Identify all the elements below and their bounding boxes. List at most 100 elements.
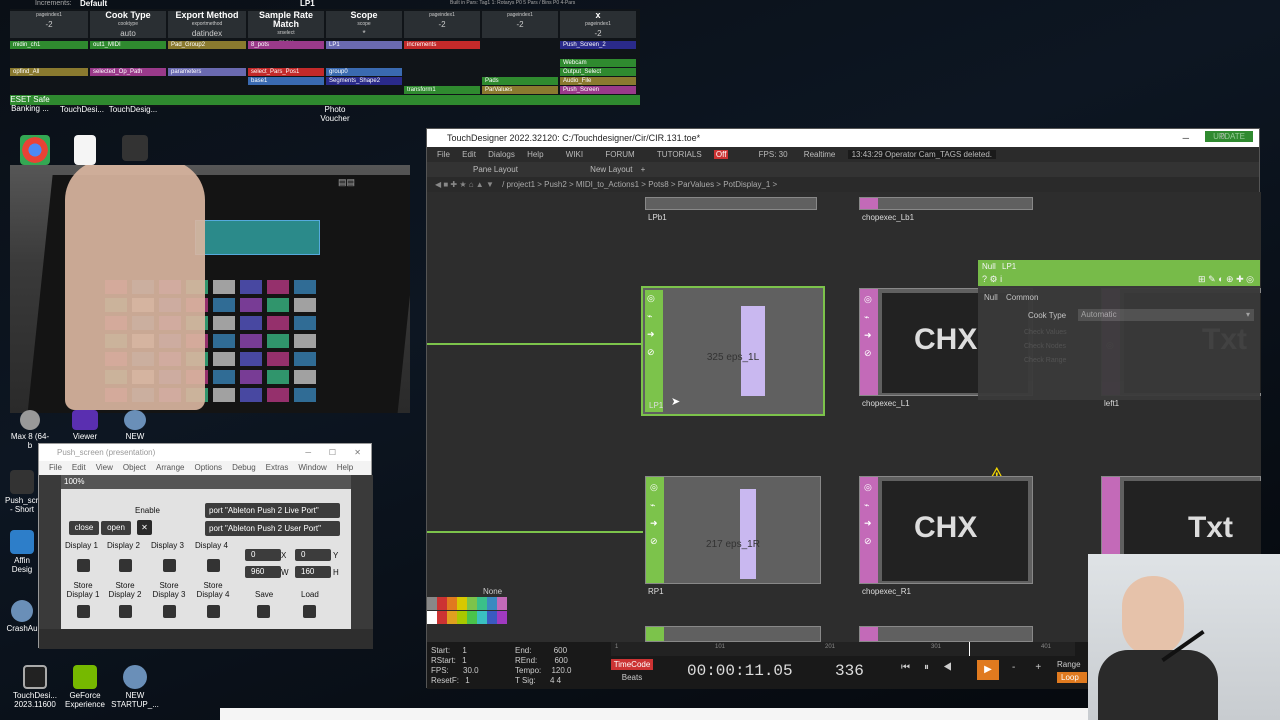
push-menu-item[interactable]: Extras — [266, 463, 289, 472]
transport-controls[interactable]: ⏮⏸◀ — [901, 662, 966, 673]
table-cell[interactable]: group0 — [326, 68, 402, 76]
table-cell[interactable]: selected_Op_Path — [90, 68, 166, 76]
td-minimize-icon[interactable]: ─ — [1183, 129, 1189, 147]
table-cell[interactable]: transform1 — [404, 86, 480, 94]
dat-flags-icon[interactable]: ◎ ⌁ ➜ ⊘ — [864, 295, 872, 358]
maximize-icon[interactable]: ☐ — [329, 444, 336, 461]
open-button[interactable]: open — [101, 521, 131, 535]
node-lpb1[interactable]: LPb1 — [645, 197, 817, 222]
palette-swatch[interactable] — [477, 611, 487, 624]
push-menu-item[interactable]: Options — [194, 463, 222, 472]
node-flags-icon[interactable]: ◎ ⌁ ➜ ⊘ — [650, 483, 658, 546]
param-tab-common[interactable]: Common — [1006, 293, 1038, 302]
chrome-icon[interactable] — [10, 135, 60, 167]
cook-type-dropdown[interactable]: Automatic ▾ — [1078, 309, 1254, 321]
push-menu-item[interactable]: Edit — [72, 463, 86, 472]
node-flags-icon[interactable]: ◎ ⌁ ➜ ⊘ — [647, 294, 655, 357]
tl-playhead[interactable] — [969, 642, 970, 656]
push-menu-item[interactable]: Debug — [232, 463, 256, 472]
table-cell[interactable]: Push_Screen — [560, 86, 636, 94]
table-cell[interactable]: 8_pots — [248, 41, 324, 49]
frame-display[interactable]: 336 — [835, 662, 864, 680]
palette-swatch[interactable] — [487, 597, 497, 610]
palette-swatch[interactable] — [457, 597, 467, 610]
td-menu-forum[interactable]: FORUM — [605, 150, 634, 159]
store-display-1-button[interactable] — [77, 605, 90, 618]
node-chopexec-lb1[interactable]: chopexec_Lb1 — [859, 197, 1033, 222]
palette-swatch[interactable] — [427, 611, 437, 624]
desktop-icon-touchdesigner-2023[interactable]: TouchDesi... 2023.11600 — [10, 665, 60, 709]
palette-swatch[interactable] — [437, 611, 447, 624]
port-user-message[interactable]: port "Ableton Push 2 User Port" — [205, 521, 340, 536]
td-network-path[interactable]: / project1 > Push2 > MIDI_to_Actions1 > … — [502, 180, 777, 189]
td-realtime-toggle[interactable]: Realtime — [804, 150, 836, 159]
td-update-button[interactable]: UPDATE — [1205, 131, 1253, 142]
load-button[interactable] — [303, 605, 316, 618]
table-header-7[interactable]: x pageindex1 -2 — [560, 11, 636, 38]
table-header-3[interactable]: Sample Rate Matchsrselectmax — [248, 11, 324, 47]
desktop-icon-eset[interactable]: ESET Safe Banking ... — [5, 95, 55, 113]
node-partial-1[interactable] — [645, 626, 821, 642]
zoom-level[interactable]: 100% — [64, 477, 84, 486]
desktop-icon-touchdesig[interactable]: TouchDesig... — [108, 105, 158, 114]
table-cell[interactable]: increments — [404, 41, 480, 49]
node-rp1[interactable]: ◎ ⌁ ➜ ⊘ 217 eps_1R RP1 — [645, 476, 821, 596]
palette-swatch[interactable] — [457, 611, 467, 624]
x-number-box[interactable]: 0 — [245, 549, 281, 561]
desktop-icon-push-screen[interactable]: Push_scre - Short — [5, 470, 43, 514]
desktop-icon-affinity[interactable]: Affin Desig — [5, 530, 39, 574]
table-cell[interactable]: Webcam — [560, 59, 636, 67]
td-off-button[interactable]: Off — [713, 150, 729, 159]
store-display-2-button[interactable] — [119, 605, 132, 618]
h-number-box[interactable]: 160 — [295, 566, 331, 578]
minimize-icon[interactable]: ─ — [305, 444, 311, 461]
td-menu-edit[interactable]: Edit — [462, 150, 476, 159]
close-icon[interactable]: ✕ — [354, 444, 361, 461]
timecode-button[interactable]: TimeCode — [611, 659, 653, 670]
table-header-2[interactable]: Export Method exportmethod datindex — [168, 11, 246, 38]
palette-swatch[interactable] — [427, 597, 437, 610]
node-lp1[interactable]: ◎ ⌁ ➜ ⊘ 325 eps_1L LP1 — [641, 286, 825, 416]
td-nav-icons[interactable]: ◀ ■ ✚ ★ ⌂ ▲ ▼ — [435, 180, 494, 189]
push-menu-item[interactable]: Object — [123, 463, 146, 472]
table-header-5[interactable]: pageindex1 -2 — [404, 11, 480, 38]
table-header-0[interactable]: pageindex1 -2 — [10, 11, 88, 38]
save-button[interactable] — [257, 605, 270, 618]
range-button[interactable]: Range — [1057, 660, 1081, 669]
table-header-6[interactable]: pageindex1 -2 — [482, 11, 558, 38]
palette-swatch[interactable] — [467, 611, 477, 624]
display-2-button[interactable] — [119, 559, 132, 572]
table-cell[interactable]: Push_Screen_2 — [560, 41, 636, 49]
store-display-3-button[interactable] — [163, 605, 176, 618]
table-cell[interactable]: parameters — [168, 68, 246, 76]
store-display-4-button[interactable] — [207, 605, 220, 618]
tl-ruler[interactable]: 1 101 201 301 401 — [611, 642, 1075, 656]
beats-button[interactable]: Beats — [611, 672, 653, 683]
param-header-icons[interactable]: ⊞ ✎ ◐ ⊕ ✚ ◎ — [1198, 274, 1254, 285]
palette-swatch[interactable] — [487, 611, 497, 624]
enable-toggle[interactable]: ✕ — [137, 520, 152, 535]
desktop-icon-photo-voucher[interactable]: Photo Voucher — [310, 105, 360, 123]
loop-button[interactable]: Loop — [1057, 672, 1087, 683]
table-cell[interactable]: Audio_File — [560, 77, 636, 85]
td-titlebar[interactable]: TouchDesigner 2022.32120: C:/Touchdesign… — [427, 129, 1259, 147]
display-3-button[interactable] — [163, 559, 176, 572]
td-menu-wiki[interactable]: WIKI — [566, 150, 583, 159]
close-button[interactable]: close — [69, 521, 99, 535]
table-cell[interactable]: LP1 — [326, 41, 402, 49]
palette-swatch[interactable] — [437, 597, 447, 610]
param-tool-icons[interactable]: ? ⚙ i — [982, 274, 1002, 285]
color-palette[interactable]: None — [427, 587, 507, 642]
app-icon[interactable] — [110, 135, 160, 163]
y-number-box[interactable]: 0 — [295, 549, 331, 561]
palette-swatch[interactable] — [447, 597, 457, 610]
w-number-box[interactable]: 960 — [245, 566, 281, 578]
node-chopexec-r1[interactable]: ◎ ⌁ ➜ ⊘ CHX chopexec_R1 — [859, 476, 1033, 596]
push-menu-item[interactable]: Arrange — [156, 463, 184, 472]
table-header-1[interactable]: Cook Type cooktype auto — [90, 11, 166, 38]
push-window-titlebar[interactable]: Push_screen (presentation) ─ ☐ ✕ — [39, 444, 371, 461]
push-menu-item[interactable]: View — [96, 463, 113, 472]
desktop-icon-crashau[interactable]: CrashAu — [5, 600, 39, 633]
table-cell[interactable]: Pads — [482, 77, 558, 85]
push-menu-item[interactable]: Window — [298, 463, 326, 472]
